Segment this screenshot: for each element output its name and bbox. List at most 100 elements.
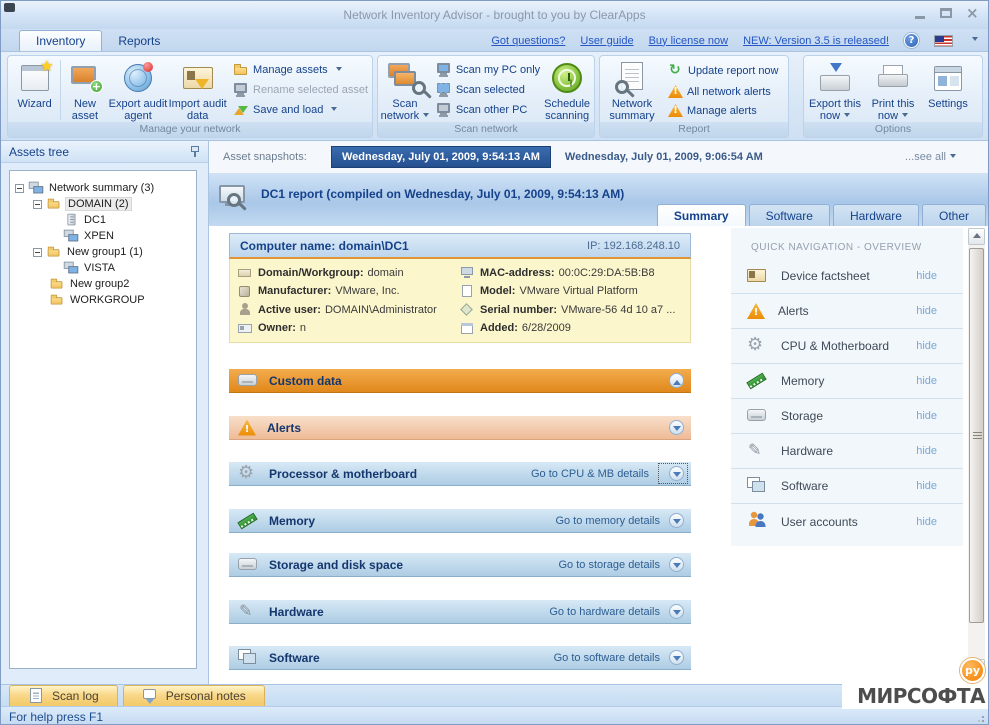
hide-link[interactable]: hide [916,305,937,317]
snapshot-selected[interactable]: Wednesday, July 01, 2009, 9:54:13 AM [331,146,551,168]
expand-chevron-button[interactable] [669,557,684,572]
quicknav-device-factsheet[interactable]: Device factsheet hide [731,259,963,294]
network-summary-button[interactable]: Network summary [602,58,662,122]
tree-item-xpen[interactable]: XPEN [10,228,196,244]
tree-item-network-summary[interactable]: Network summary (3) [10,180,196,196]
collapse-expander-icon[interactable] [33,200,42,209]
all-network-alerts-button[interactable]: All network alerts [666,84,786,99]
scroll-thumb[interactable] [969,248,984,623]
manage-assets-button[interactable]: Manage assets [231,61,370,79]
settings-button[interactable]: Settings [922,58,974,122]
go-to-storage-details-link[interactable]: Go to storage details [558,559,660,571]
export-audit-agent-button[interactable]: Export audit agent [108,58,169,122]
tab-reports[interactable]: Reports [102,30,176,51]
ribbon-group-options: Export this now Print this now Settings … [803,55,983,138]
resize-grip[interactable] [974,712,984,722]
expand-chevron-button[interactable] [669,650,684,665]
go-to-cpu-mb-details-link[interactable]: Go to CPU & MB details [531,468,649,480]
section-software[interactable]: Software Go to software details [229,646,691,670]
save-and-load-button[interactable]: Save and load [231,101,370,119]
minimize-button[interactable] [912,7,928,21]
memory-icon [238,512,258,530]
group-caption-manage: Manage your network [8,122,372,137]
schedule-scanning-button[interactable]: Schedule scanning [542,58,592,122]
quicknav-user-accounts[interactable]: User accounts hide [731,504,963,539]
hide-link[interactable]: hide [916,375,937,387]
document-icon [460,285,475,298]
tab-hardware[interactable]: Hardware [833,204,919,226]
network-summary-icon [29,181,43,195]
new-asset-button[interactable]: New asset [62,58,107,122]
close-button[interactable] [964,7,980,21]
expand-chevron-button[interactable] [669,466,684,481]
snapshot-previous[interactable]: Wednesday, July 01, 2009, 9:06:54 AM [565,151,763,163]
tree-item-vista[interactable]: VISTA [10,260,196,276]
help-icon[interactable] [904,33,919,48]
collapse-expander-icon[interactable] [33,248,42,257]
buy-license-link[interactable]: Buy license now [649,35,729,47]
scroll-up-button[interactable] [968,228,985,245]
quicknav-storage[interactable]: Storage hide [731,399,963,434]
user-guide-link[interactable]: User guide [580,35,633,47]
report-summary-icon [617,62,647,94]
section-storage[interactable]: Storage and disk space Go to storage det… [229,553,691,577]
manage-alerts-button[interactable]: Manage alerts [666,103,786,118]
see-all-link[interactable]: ...see all [905,151,956,163]
import-audit-data-button[interactable]: Import audit data [168,58,227,122]
tree-item-dc1[interactable]: DC1 [10,212,196,228]
tree-item-new-group1[interactable]: New group1 (1) [10,244,196,260]
scan-log-tab[interactable]: Scan log [9,685,118,706]
expand-chevron-button[interactable] [669,604,684,619]
quicknav-software[interactable]: Software hide [731,469,963,504]
quicknav-alerts[interactable]: Alerts hide [731,294,963,329]
go-to-software-details-link[interactable]: Go to software details [554,652,660,664]
report-title: DC1 report (compiled on Wednesday, July … [261,187,624,201]
collapse-chevron-button[interactable] [669,373,684,388]
new-version-link[interactable]: NEW: Version 3.5 is released! [743,35,889,47]
tab-software[interactable]: Software [749,204,830,226]
hide-link[interactable]: hide [916,270,937,282]
tab-other[interactable]: Other [922,204,986,226]
section-custom-data[interactable]: Custom data [229,369,691,393]
quicknav-cpu-motherboard[interactable]: CPU & Motherboard hide [731,329,963,364]
got-questions-link[interactable]: Got questions? [491,35,565,47]
section-hardware[interactable]: Hardware Go to hardware details [229,600,691,624]
go-to-memory-details-link[interactable]: Go to memory details [555,515,660,527]
hide-link[interactable]: hide [916,410,937,422]
vertical-scrollbar[interactable] [968,228,985,676]
tree-item-domain[interactable]: DOMAIN (2) [10,196,196,212]
go-to-hardware-details-link[interactable]: Go to hardware details [549,606,660,618]
hide-link[interactable]: hide [916,480,937,492]
scan-network-button[interactable]: Scan network [380,58,430,122]
wizard-button[interactable]: Wizard [10,58,59,122]
expand-chevron-button[interactable] [669,513,684,528]
user-icon [238,303,253,316]
tab-summary[interactable]: Summary [657,204,746,226]
report-body: Computer name: domain\DC1 IP: 192.168.24… [209,226,988,684]
language-dropdown-arrow-icon[interactable] [972,37,978,44]
update-report-now-button[interactable]: Update report now [666,62,786,80]
quicknav-hardware[interactable]: Hardware hide [731,434,963,469]
language-flag-icon[interactable] [934,35,953,47]
section-memory[interactable]: Memory Go to memory details [229,509,691,533]
tab-inventory[interactable]: Inventory [19,30,102,51]
pin-icon[interactable] [190,145,200,158]
export-this-now-button[interactable]: Export this now [806,58,864,122]
print-this-now-button[interactable]: Print this now [864,58,922,122]
hide-link[interactable]: hide [916,340,937,352]
tree-item-workgroup[interactable]: WORKGROUP [10,292,196,308]
scan-other-pc-button[interactable]: Scan other PC [434,101,542,119]
hide-link[interactable]: hide [916,516,937,528]
collapse-expander-icon[interactable] [15,184,24,193]
section-alerts[interactable]: Alerts [229,416,691,440]
clock-icon [552,63,582,93]
personal-notes-tab[interactable]: Personal notes [123,685,265,706]
maximize-button[interactable] [938,7,954,21]
tree-item-new-group2[interactable]: New group2 [10,276,196,292]
scan-selected-button[interactable]: Scan selected [434,81,542,99]
hide-link[interactable]: hide [916,445,937,457]
quicknav-memory[interactable]: Memory hide [731,364,963,399]
expand-chevron-button[interactable] [669,420,684,435]
scan-my-pc-only-button[interactable]: Scan my PC only [434,61,542,79]
section-processor-motherboard[interactable]: Processor & motherboard Go to CPU & MB d… [229,462,691,486]
